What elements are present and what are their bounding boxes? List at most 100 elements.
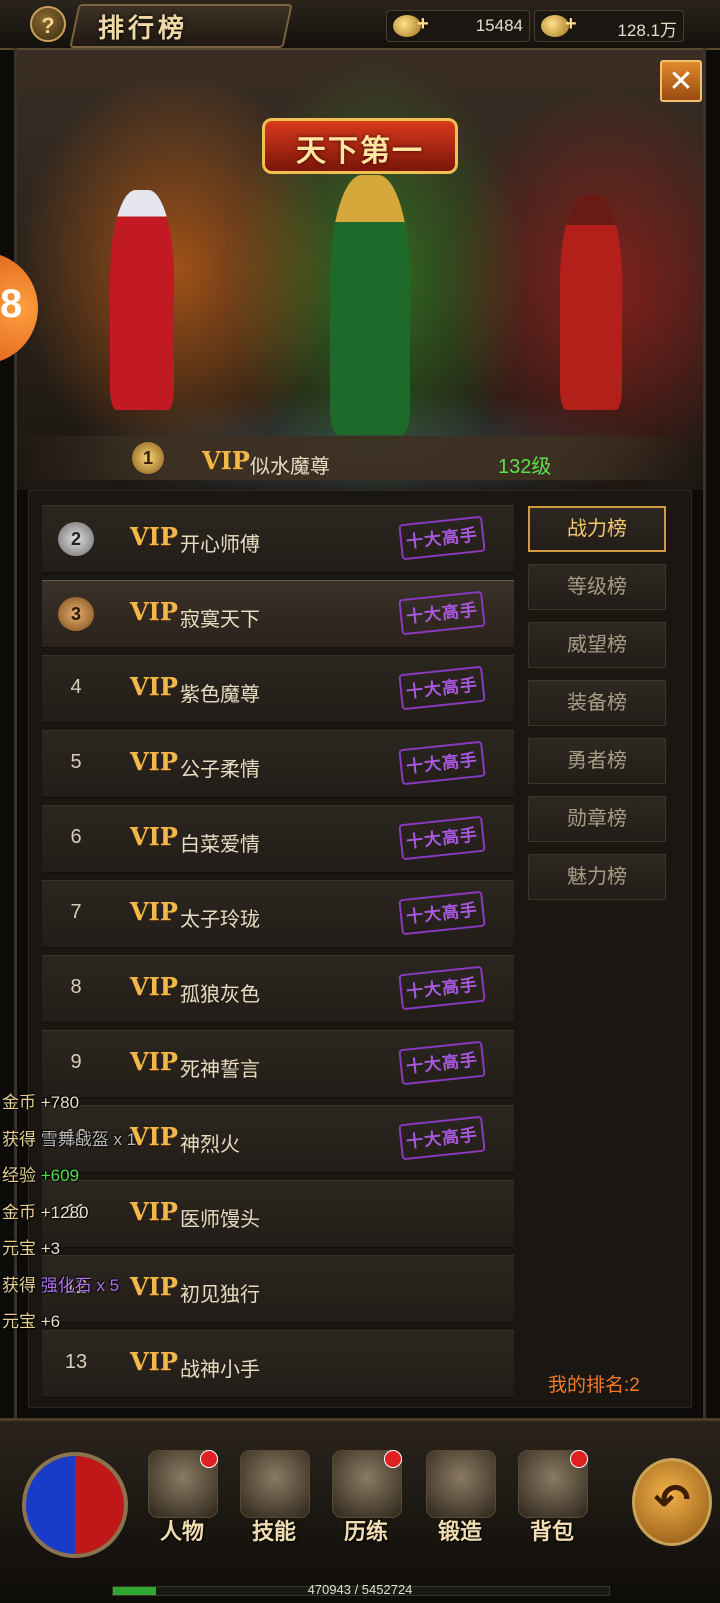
player-name: 太子玲珑 [180, 909, 260, 931]
add-gold-button[interactable]: + [417, 13, 429, 36]
gold-ingot-display: + 15484 [386, 10, 530, 42]
vip-badge: VIP [130, 597, 178, 626]
vip-badge: VIP [130, 1122, 178, 1151]
tab-2[interactable]: 等级榜 [528, 564, 666, 610]
player-name: 孤狼灰色 [180, 984, 260, 1006]
vip-badge: VIP [130, 747, 178, 776]
tab-7[interactable]: 魅力榜 [528, 854, 666, 900]
player-name: 初见独行 [180, 1284, 260, 1306]
reward-log-line: 金币 +780 [2, 1088, 79, 1113]
reward-log-line: 获得 强化石 x 5 [2, 1271, 119, 1296]
player-name: 紫色魔尊 [180, 684, 260, 706]
ranking-row[interactable]: 2 VIP 开心师傅 十大高手 [42, 505, 514, 573]
tab-6[interactable]: 勋章榜 [528, 796, 666, 842]
reward-log-value: +1280 [40, 1202, 89, 1222]
top-ten-stamp: 十大高手 [398, 665, 486, 711]
player-name: 医师馒头 [180, 1209, 260, 1231]
coin-amount: 128.1万 [617, 21, 677, 40]
coin-display: + 128.1万 [534, 10, 684, 42]
player-name: 死神誓言 [180, 1059, 260, 1081]
vip-badge: VIP [130, 672, 178, 701]
ranking-row[interactable]: 8 VIP 孤狼灰色 十大高手 [42, 955, 514, 1023]
character-figure-center[interactable] [330, 175, 410, 435]
tab-5[interactable]: 勇者榜 [528, 738, 666, 784]
ranking-row[interactable]: 7 VIP 太子玲珑 十大高手 [42, 880, 514, 948]
top-ten-stamp: 十大高手 [398, 815, 486, 861]
player-name: 寂寞天下 [180, 609, 260, 631]
rank-number: 6 [70, 826, 82, 848]
nav-label: 人物 [159, 1519, 204, 1544]
tab-4[interactable]: 装备榜 [528, 680, 666, 726]
reward-log-value: 强化石 x 5 [40, 1275, 120, 1295]
vip-badge: VIP [130, 522, 178, 551]
ranking-row[interactable]: 6 VIP 白菜爱情 十大高手 [42, 805, 514, 873]
ranking-row[interactable]: 11 VIP 医师馒头 [42, 1180, 514, 1248]
player-name: 白菜爱情 [180, 834, 260, 856]
reward-log-key: 元宝 [2, 1239, 36, 1258]
vip-badge: VIP [130, 897, 178, 926]
tab-3[interactable]: 威望榜 [528, 622, 666, 668]
ranking-row[interactable]: 4 VIP 紫色魔尊 十大高手 [42, 655, 514, 723]
reward-log-value: +6 [40, 1312, 61, 1331]
top-ten-stamp: 十大高手 [398, 515, 486, 561]
character-figure-right[interactable] [560, 195, 622, 410]
nav-label: 技能 [251, 1519, 296, 1544]
nav-button-4[interactable]: 锻造 [420, 1448, 500, 1544]
vip-badge: VIP [130, 1347, 178, 1376]
reward-log-key: 获得 [2, 1275, 36, 1295]
top-ten-stamp: 十大高手 [398, 740, 486, 786]
reward-log-line: 元宝 +3 [2, 1234, 60, 1259]
notification-dot-icon [384, 1450, 402, 1468]
vip-badge: VIP [130, 822, 178, 851]
ranking-row[interactable]: 5 VIP 公子柔情 十大高手 [42, 730, 514, 798]
nav-label: 锻造 [437, 1519, 482, 1544]
notification-dot-icon [570, 1450, 588, 1468]
hp-mp-orb[interactable] [22, 1452, 128, 1558]
rank-number: 5 [70, 751, 82, 773]
rank-2-medal-icon: 2 [58, 522, 94, 556]
top-ten-stamp: 十大高手 [398, 890, 486, 936]
nav-button-3[interactable]: 历练 [326, 1448, 406, 1544]
nav-button-5[interactable]: 背包 [512, 1448, 592, 1544]
top-ten-stamp: 十大高手 [398, 590, 486, 636]
ranking-row[interactable]: 9 VIP 死神誓言 十大高手 [42, 1030, 514, 1098]
vip-badge: VIP [130, 972, 178, 1001]
nav-button-1[interactable]: 人物 [142, 1448, 222, 1544]
first-place-name: 似水魔尊 [250, 456, 330, 478]
exp-bar-fill [113, 1587, 156, 1595]
champion-banner-text: 天下第一 [296, 134, 424, 169]
add-coin-button[interactable]: + [565, 13, 577, 36]
reward-log-value: +3 [40, 1239, 61, 1258]
reward-log-key: 金币 [2, 1202, 36, 1222]
page-title: 排行榜 [98, 13, 189, 43]
close-button[interactable]: ✕ [660, 60, 702, 102]
rank-3-medal-icon: 3 [58, 597, 94, 631]
player-name: 神烈火 [180, 1134, 240, 1156]
player-name: 开心师傅 [180, 534, 260, 556]
reward-log-key: 元宝 [2, 1312, 36, 1331]
nav-label: 背包 [529, 1519, 574, 1544]
vip-badge: VIP [130, 1197, 178, 1226]
my-rank-label: 我的排名:2 [548, 1375, 640, 1396]
reward-log-value: +609 [40, 1166, 80, 1185]
reward-log-key: 经验 [2, 1166, 36, 1185]
forge-hammer-icon [426, 1450, 496, 1518]
ranking-row[interactable]: 13 VIP 战神小手 [42, 1330, 514, 1398]
character-figure-left[interactable] [110, 190, 174, 410]
ranking-row[interactable]: 3 VIP 寂寞天下 十大高手 [42, 580, 514, 648]
vip-badge: VIP [130, 1272, 178, 1301]
rank-number: 13 [64, 1351, 88, 1373]
gold-amount: 15484 [475, 16, 523, 35]
top-ten-stamp: 十大高手 [398, 1115, 486, 1161]
tab-1[interactable]: 战力榜 [528, 506, 666, 552]
back-button[interactable]: ↶ [632, 1458, 712, 1546]
nav-label: 历练 [343, 1519, 388, 1544]
player-name: 公子柔情 [180, 759, 260, 781]
top-three-showcase [17, 50, 703, 490]
top-ten-stamp: 十大高手 [398, 1040, 486, 1086]
help-icon[interactable]: ? [30, 6, 66, 42]
rank-number: 4 [70, 676, 82, 698]
first-place-bar[interactable] [30, 436, 690, 480]
nav-button-2[interactable]: 技能 [234, 1448, 314, 1544]
exp-text: 470943 / 5452724 [307, 1582, 413, 1597]
